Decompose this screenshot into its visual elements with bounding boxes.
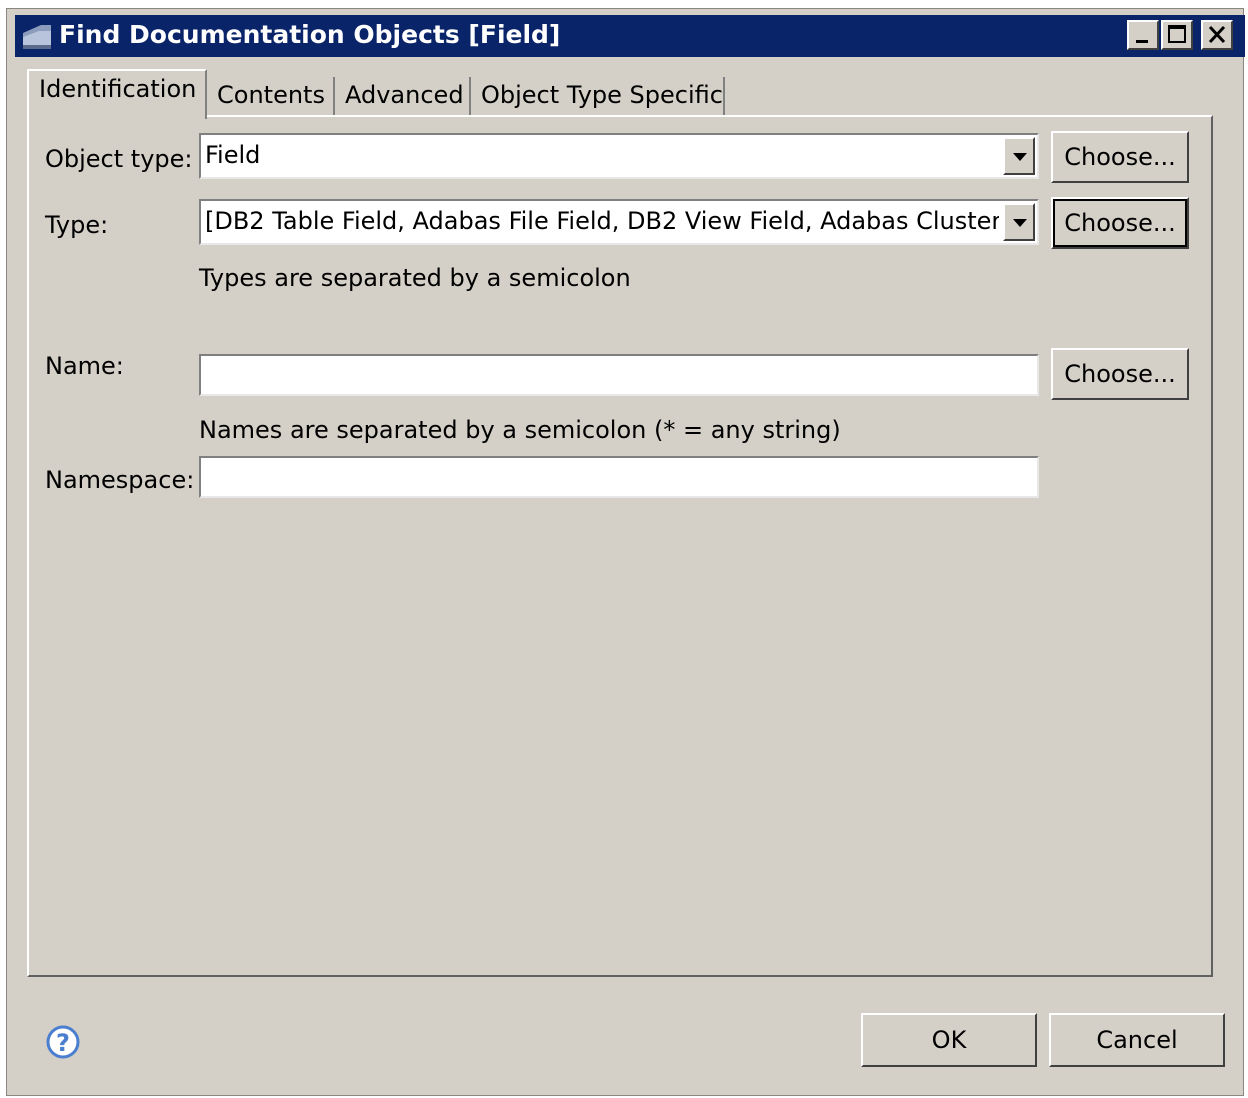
ok-button[interactable]: OK [861, 1013, 1037, 1067]
close-icon [1208, 25, 1226, 44]
close-button[interactable] [1201, 20, 1233, 50]
tab-contents[interactable]: Contents [207, 77, 335, 117]
svg-text:?: ? [56, 1029, 70, 1057]
tab-label: Identification [39, 75, 197, 103]
minimize-icon [1136, 40, 1148, 43]
dialog-window: Find Documentation Objects [Field] Ident… [6, 8, 1245, 1096]
tab-label: Advanced [345, 81, 464, 109]
cancel-button[interactable]: Cancel [1049, 1013, 1225, 1067]
tab-identification[interactable]: Identification [27, 69, 207, 119]
app-icon [21, 23, 53, 51]
maximize-button[interactable] [1161, 20, 1193, 50]
identification-panel [27, 115, 1213, 977]
title-bar[interactable]: Find Documentation Objects [Field] [15, 15, 1245, 57]
tab-object-type-specific[interactable]: Object Type Specific [471, 77, 725, 117]
tab-label: Object Type Specific [481, 81, 723, 109]
minimize-button[interactable] [1127, 20, 1159, 50]
question-circle-icon[interactable]: ? [45, 1024, 81, 1060]
tab-advanced[interactable]: Advanced [335, 77, 471, 117]
tab-label: Contents [217, 81, 325, 109]
maximize-icon [1168, 25, 1186, 43]
window-title: Find Documentation Objects [Field] [59, 20, 561, 49]
